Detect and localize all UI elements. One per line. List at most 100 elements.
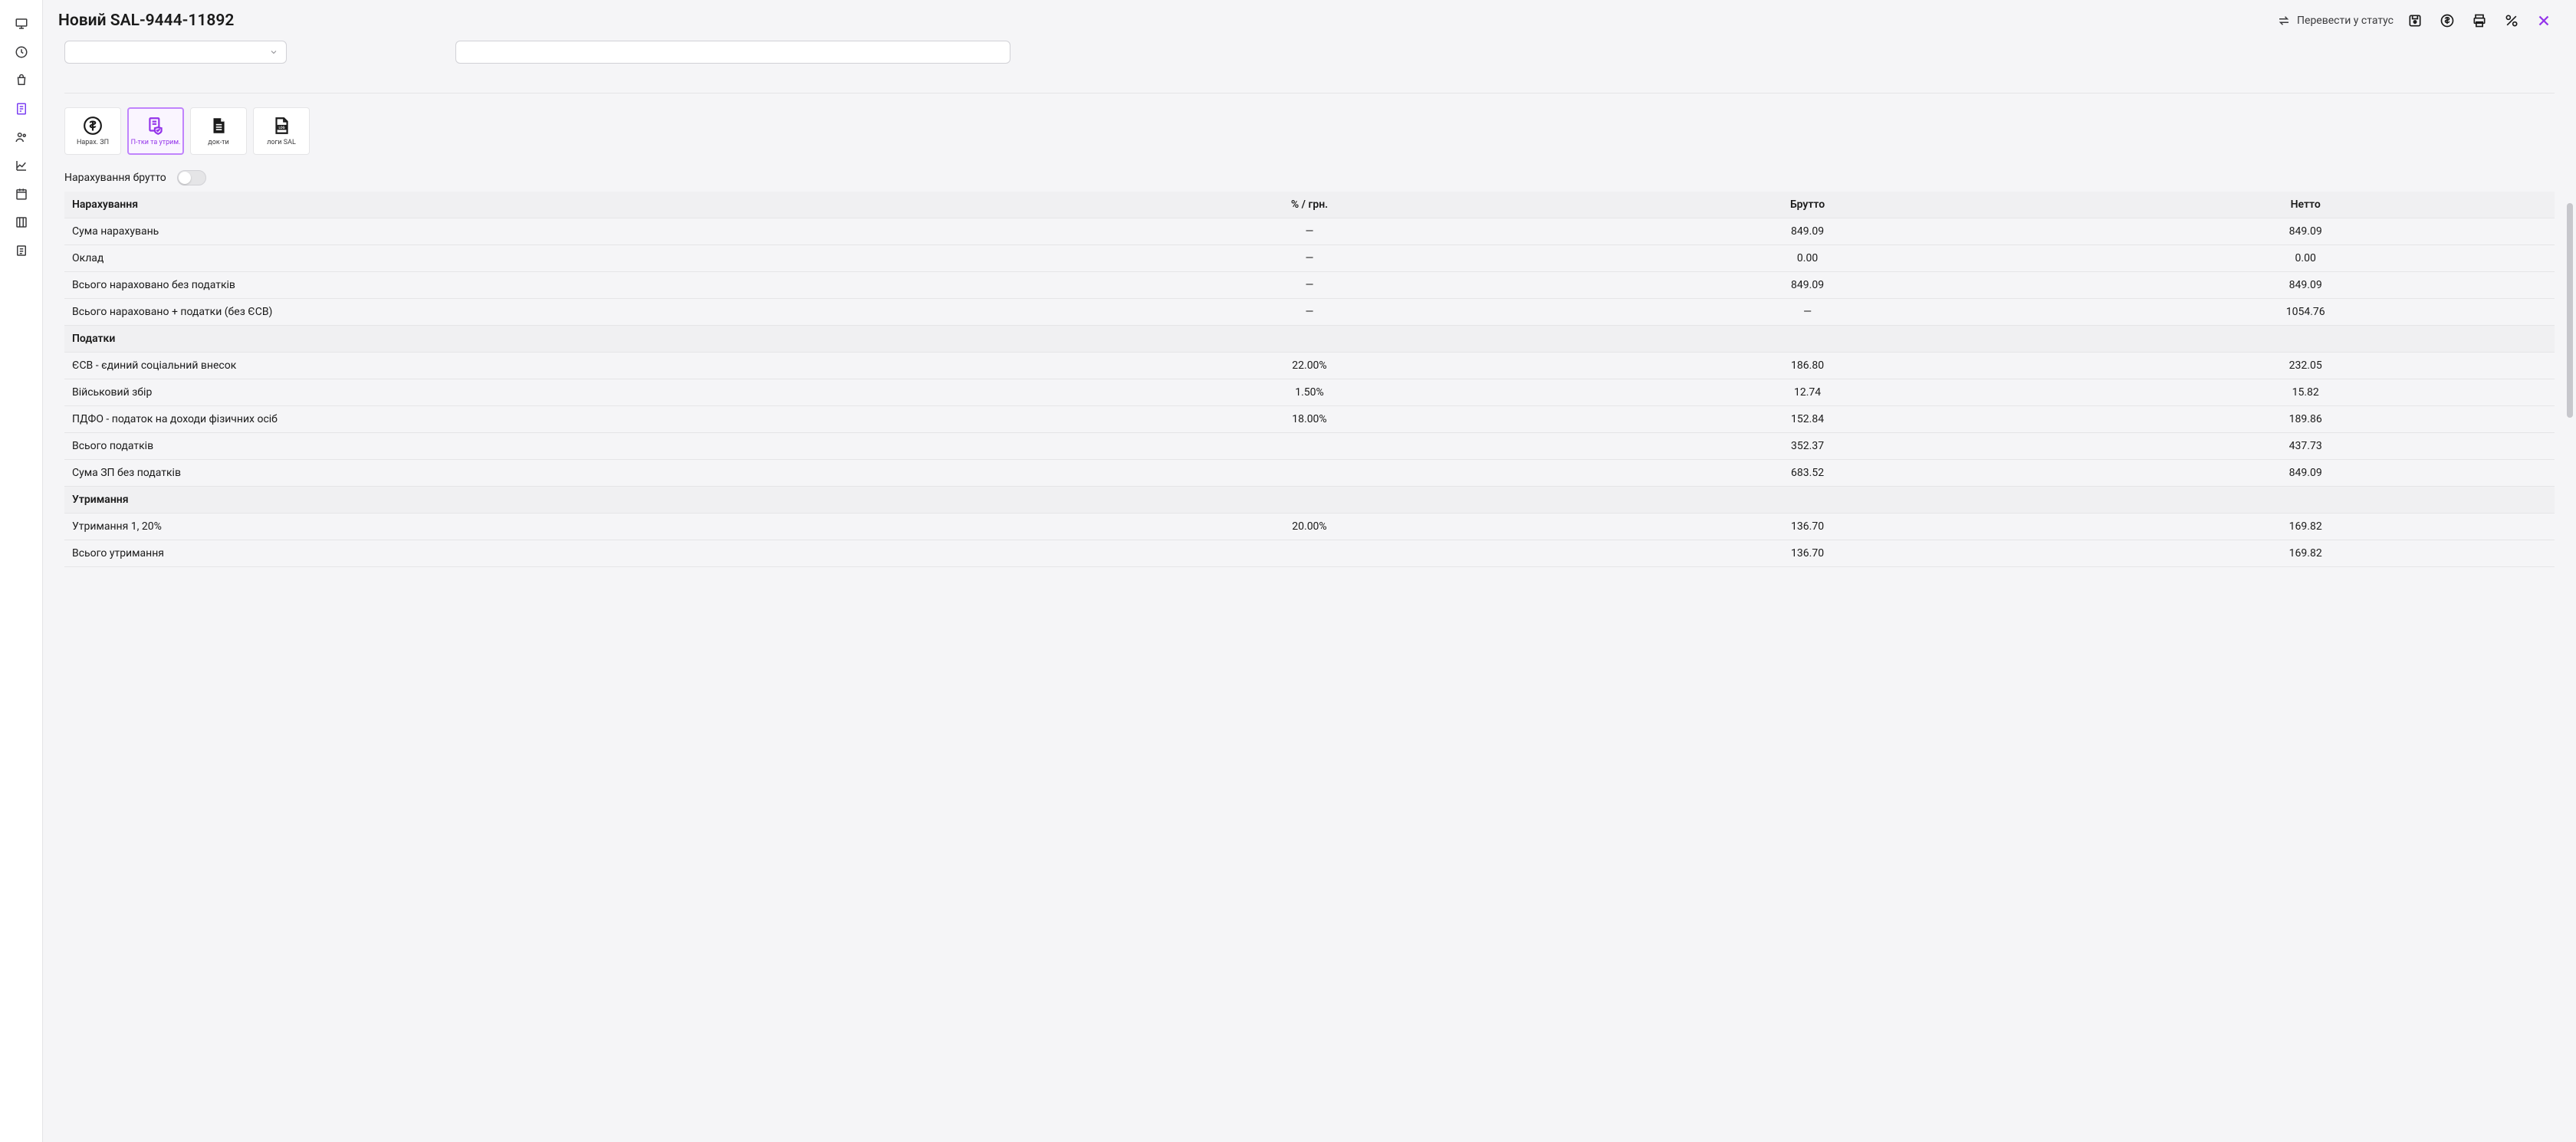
cell-brutto: 12.74 <box>1559 379 2057 406</box>
brutto-toggle[interactable] <box>177 170 206 185</box>
cell-name: Всього податків <box>64 433 1060 460</box>
cell-name: Всього нараховано без податків <box>64 272 1060 299</box>
tab-documents[interactable]: док-ти <box>190 107 247 155</box>
cell-brutto: 136.70 <box>1559 514 2057 540</box>
tab-salary[interactable]: Нарах. ЗП <box>64 107 121 155</box>
sidebar-item-users[interactable] <box>0 123 43 151</box>
cell-netto: 849.09 <box>2056 460 2555 487</box>
cell-brutto: 0.00 <box>1559 245 2057 272</box>
toggle-label: Нарахування брутто <box>64 172 166 184</box>
toggle-row: Нарахування брутто <box>64 170 2555 185</box>
printer-icon <box>2472 13 2487 28</box>
section-name: Утримання <box>64 487 1060 514</box>
sidebar-item-chart[interactable] <box>0 151 43 179</box>
table-header-row: Нарахування % / грн. Брутто Нетто <box>64 192 2555 218</box>
table-row: ПДФО - податок на доходи фізичних осіб18… <box>64 406 2555 433</box>
table-row: Податки <box>64 326 2555 353</box>
cell-pct: — <box>1060 218 1559 245</box>
tab-label: логи SAL <box>267 139 296 147</box>
col-pct-header: % / грн. <box>1060 192 1559 218</box>
print-button[interactable] <box>2469 10 2490 31</box>
sidebar-item-dashboard[interactable] <box>0 38 43 66</box>
document-icon <box>208 115 229 136</box>
cell-pct: 1.50% <box>1060 379 1559 406</box>
page-title: Новий SAL-9444-11892 <box>58 11 234 30</box>
cell-netto: 0.00 <box>2056 245 2555 272</box>
sidebar-item-list[interactable] <box>0 236 43 264</box>
close-button[interactable] <box>2533 10 2555 31</box>
percent-button[interactable] <box>2501 10 2522 31</box>
sidebar-item-document[interactable] <box>0 94 43 123</box>
cell-name: Військовий збір <box>64 379 1060 406</box>
cell-brutto: 136.70 <box>1559 540 2057 567</box>
cell-brutto: 683.52 <box>1559 460 2057 487</box>
document-shield-icon <box>145 115 166 136</box>
sidebar-item-calendar[interactable] <box>0 179 43 208</box>
transfer-icon <box>2277 14 2291 28</box>
cell-brutto: 849.09 <box>1559 218 2057 245</box>
table-row: ЄСВ - єдиний соціальний внесок22.00%186.… <box>64 353 2555 379</box>
table-row: Утримання <box>64 487 2555 514</box>
cell-name: Утримання 1, 20% <box>64 514 1060 540</box>
close-icon <box>2535 12 2552 29</box>
tab-taxes[interactable]: П-тки та утрим. <box>127 107 184 155</box>
scrollbar[interactable] <box>2567 203 2573 540</box>
status-label: Перевести у статус <box>2297 15 2394 27</box>
log-icon: LOG <box>271 115 292 136</box>
cell-pct <box>1060 460 1559 487</box>
dollar-circle-icon <box>82 115 104 136</box>
table-row: Оклад—0.000.00 <box>64 245 2555 272</box>
sidebar-item-kanban[interactable] <box>0 208 43 236</box>
cell-name: Оклад <box>64 245 1060 272</box>
cell-pct: — <box>1060 245 1559 272</box>
save-button[interactable] <box>2404 10 2426 31</box>
tab-label: П-тки та утрим. <box>131 139 181 147</box>
cell-netto: 15.82 <box>2056 379 2555 406</box>
accruals-table: Нарахування % / грн. Брутто Нетто Сума н… <box>64 192 2555 567</box>
cell-name: Всього нараховано + податки (без ЄСВ) <box>64 299 1060 326</box>
tab-label: Нарах. ЗП <box>77 139 109 147</box>
col-name-header: Нарахування <box>64 192 1060 218</box>
cell-name: Всього утримання <box>64 540 1060 567</box>
sidebar-item-bag[interactable] <box>0 66 43 94</box>
cell-netto: 849.09 <box>2056 272 2555 299</box>
text-field-1[interactable] <box>455 41 1010 64</box>
cell-name: ЄСВ - єдиний соціальний внесок <box>64 353 1060 379</box>
tab-label: док-ти <box>208 139 228 147</box>
section-name: Податки <box>64 326 1060 353</box>
toggle-knob <box>179 172 191 184</box>
col-brutto-header: Брутто <box>1559 192 2057 218</box>
dollar-icon <box>2440 13 2455 28</box>
table-row: Всього нараховано + податки (без ЄСВ)——1… <box>64 299 2555 326</box>
cell-netto: 232.05 <box>2056 353 2555 379</box>
cell-pct: 20.00% <box>1060 514 1559 540</box>
cell-netto: 849.09 <box>2056 218 2555 245</box>
cell-pct: 22.00% <box>1060 353 1559 379</box>
percent-icon <box>2504 13 2519 28</box>
table-row: Всього нараховано без податків—849.09849… <box>64 272 2555 299</box>
chevron-down-icon <box>269 48 278 57</box>
cell-pct: 18.00% <box>1060 406 1559 433</box>
svg-text:LOG: LOG <box>278 126 284 130</box>
cell-name: ПДФО - податок на доходи фізичних осіб <box>64 406 1060 433</box>
currency-button[interactable] <box>2436 10 2458 31</box>
cell-netto: 189.86 <box>2056 406 2555 433</box>
cell-brutto: — <box>1559 299 2057 326</box>
table-row: Утримання 1, 20%20.00%136.70169.82 <box>64 514 2555 540</box>
cell-pct: — <box>1060 272 1559 299</box>
sidebar <box>0 0 43 1142</box>
header-actions: Перевести у статус <box>2277 10 2555 31</box>
col-netto-header: Нетто <box>2056 192 2555 218</box>
cell-netto: 1054.76 <box>2056 299 2555 326</box>
cell-pct <box>1060 540 1559 567</box>
cell-name: Сума ЗП без податків <box>64 460 1060 487</box>
divider <box>64 93 2555 94</box>
change-status-button[interactable]: Перевести у статус <box>2277 14 2394 28</box>
table-row: Військовий збір1.50%12.7415.82 <box>64 379 2555 406</box>
sidebar-item-monitor[interactable] <box>0 9 43 38</box>
select-field-1[interactable] <box>64 41 287 64</box>
save-icon <box>2407 13 2423 28</box>
cell-brutto: 152.84 <box>1559 406 2057 433</box>
tab-logs[interactable]: LOG логи SAL <box>253 107 310 155</box>
cell-brutto: 849.09 <box>1559 272 2057 299</box>
